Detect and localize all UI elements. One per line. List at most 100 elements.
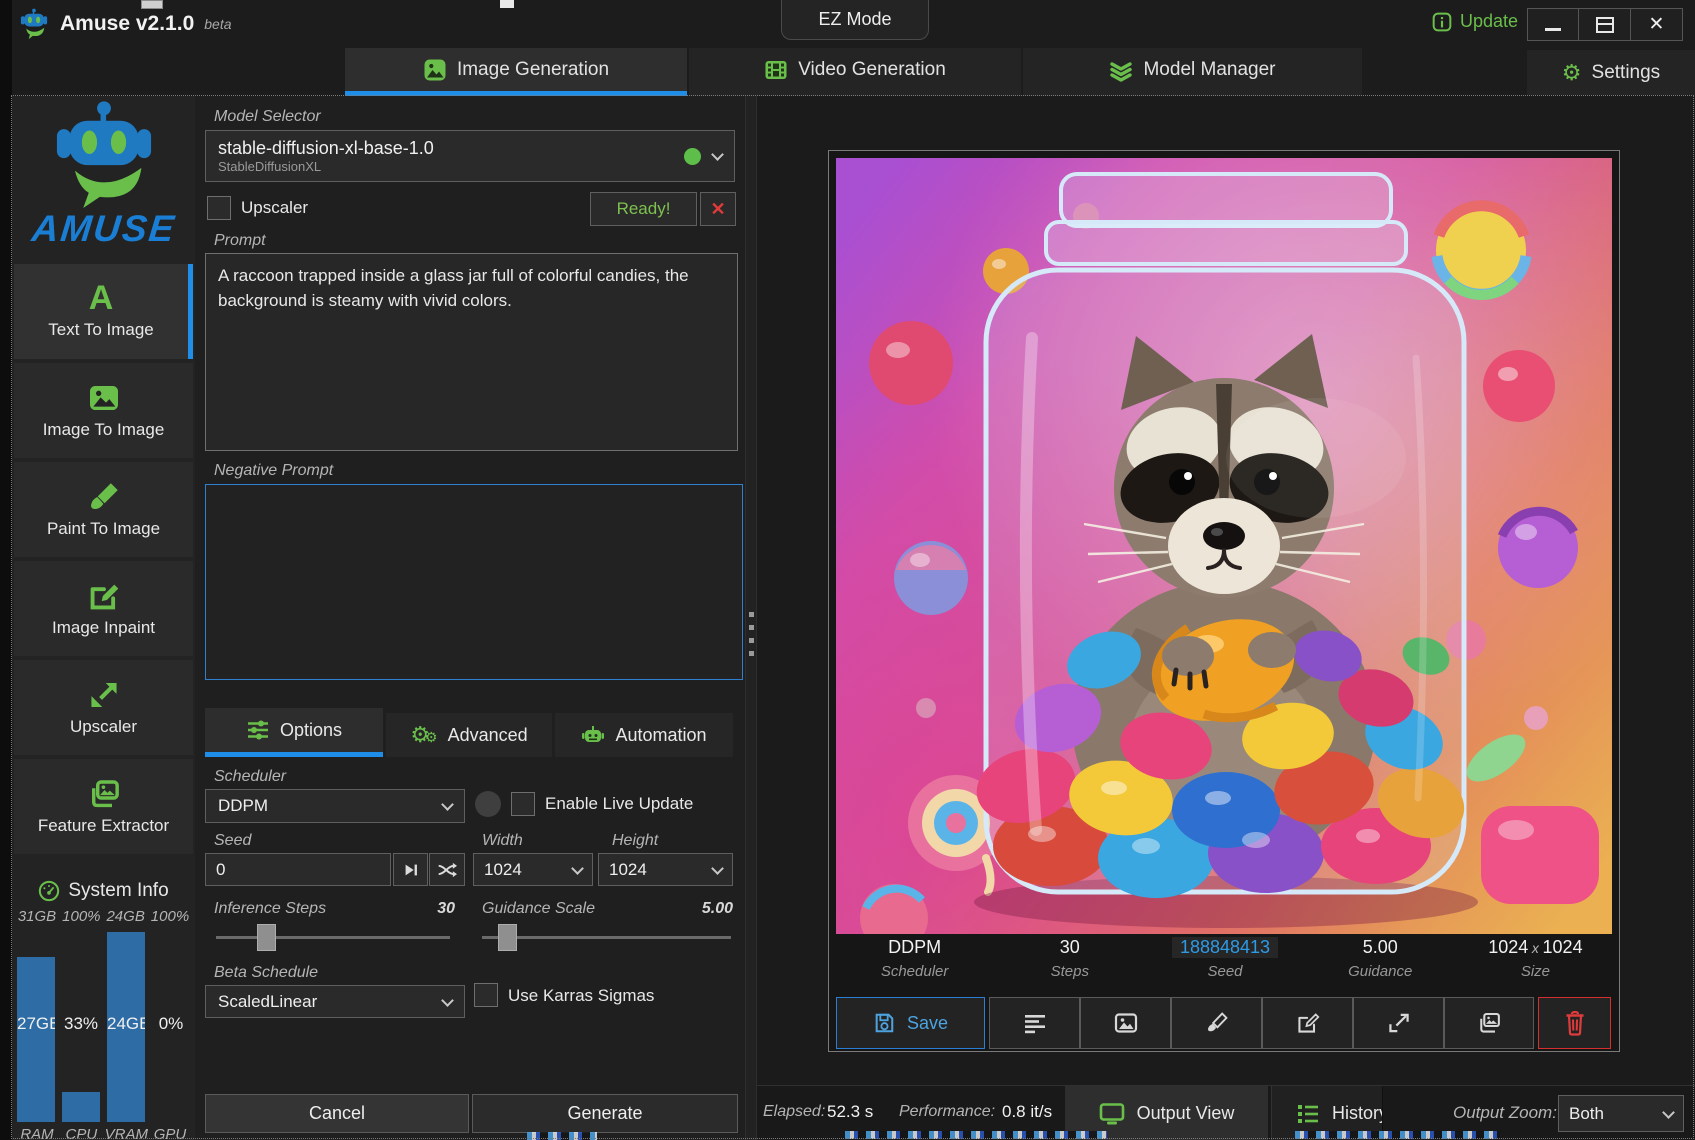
amuse-logo: AMUSE (12, 100, 195, 260)
caption-button[interactable] (989, 997, 1080, 1049)
image-icon (88, 382, 120, 414)
sidebar-item-upscaler[interactable]: Upscaler (14, 660, 193, 755)
minimize-button[interactable] (1527, 8, 1579, 41)
upscaler-checkbox-label: Upscaler (241, 198, 308, 218)
tab-advanced[interactable]: ⚙⚙ Advanced (386, 713, 552, 757)
upscaler-checkbox[interactable] (207, 196, 231, 220)
width-dropdown[interactable]: 1024 (473, 853, 593, 886)
meta-scheduler-label: Scheduler (837, 963, 992, 980)
cancel-model-button[interactable]: ✕ (700, 192, 736, 226)
text-lines-icon (1022, 1012, 1048, 1034)
output-frame: DDPM Scheduler 30 Steps 188848413 Seed 5… (828, 150, 1620, 1052)
meter-max: 100% (60, 908, 102, 925)
sidebar-item-label: Image To Image (43, 420, 165, 440)
save-floppy-icon (873, 1012, 895, 1034)
app-title: Amuse v2.1.0 (60, 12, 194, 36)
meta-guidance-label: Guidance (1303, 963, 1458, 980)
height-label: Height (612, 832, 658, 850)
rainbow-candy (1436, 205, 1526, 295)
sidebar-item-label: Paint To Image (47, 519, 160, 539)
tab-automation[interactable]: Automation (555, 713, 733, 757)
minimize-icon (1545, 28, 1561, 31)
sidebar-item-paint-to-image[interactable]: Paint To Image (14, 462, 193, 557)
resize-arrows-icon (88, 679, 120, 711)
guidance-scale-slider-thumb[interactable] (498, 924, 517, 951)
tab-video-generation[interactable]: Video Generation (689, 48, 1021, 96)
maximize-button[interactable] (1579, 8, 1631, 41)
meta-guidance-value: 5.00 (1303, 937, 1458, 958)
save-button[interactable]: Save (836, 997, 985, 1049)
output-zoom-label: Output Zoom: (1453, 1103, 1557, 1123)
update-label: Update (1460, 11, 1518, 32)
height-dropdown[interactable]: 1024 (598, 853, 733, 886)
prompt-input[interactable]: A raccoon trapped inside a glass jar ful… (205, 253, 738, 451)
chevron-down-icon (441, 994, 454, 1007)
save-button-label: Save (907, 1013, 948, 1034)
history-list-icon (1296, 1103, 1320, 1125)
inference-steps-label: Inference Steps (214, 900, 326, 918)
update-button[interactable]: Update (1432, 11, 1518, 32)
delete-button[interactable] (1538, 997, 1611, 1049)
send-to-feature-extractor-button[interactable] (1444, 997, 1534, 1049)
sidebar-item-text-to-image[interactable]: A Text To Image (14, 264, 193, 359)
model-selector-dropdown[interactable]: stable-diffusion-xl-base-1.0 StableDiffu… (205, 130, 735, 182)
close-button[interactable]: ✕ (1631, 8, 1683, 41)
cancel-button-label: Cancel (309, 1103, 365, 1124)
guidance-scale-label: Guidance Scale (482, 900, 595, 918)
sidebar-item-image-to-image[interactable]: Image To Image (14, 363, 193, 458)
panel-splitter[interactable] (745, 96, 757, 1140)
amuse-robot-logo-icon (44, 100, 164, 208)
screen-artifact (141, 0, 163, 9)
meter-label: CPU (60, 1126, 102, 1140)
sidebar-item-feature-extractor[interactable]: Feature Extractor (14, 759, 193, 854)
seed-reset-button[interactable] (393, 853, 428, 886)
output-view-label: Output View (1137, 1103, 1235, 1124)
film-icon (764, 58, 788, 82)
meta-seed-label: Seed (1147, 963, 1302, 980)
sidebar-item-label: Image Inpaint (52, 618, 155, 638)
settings-button[interactable]: ⚙ Settings (1527, 50, 1695, 95)
chevron-down-icon (1662, 1106, 1675, 1119)
beta-schedule-dropdown[interactable]: ScaledLinear (205, 985, 465, 1018)
app-title-beta: beta (204, 16, 231, 32)
karras-sigmas-checkbox[interactable] (474, 983, 498, 1007)
window-controls: ✕ (1527, 8, 1683, 41)
performance-label: Performance: (899, 1103, 995, 1121)
output-zoom-dropdown[interactable]: Both (1558, 1095, 1684, 1132)
send-to-upscaler-button[interactable] (1353, 997, 1444, 1049)
meta-size-value: 1024 x 1024 (1458, 937, 1613, 958)
guidance-scale-value: 5.00 (685, 900, 733, 918)
meter-max: 31GB (16, 908, 58, 925)
seed-randomize-button[interactable] (429, 853, 465, 886)
guidance-scale-slider[interactable] (482, 936, 731, 939)
tab-image-generation[interactable]: Image Generation (345, 48, 687, 96)
inference-steps-slider-thumb[interactable] (257, 924, 276, 951)
sidebar: AMUSE A Text To Image Image To Image (12, 96, 195, 1140)
tab-advanced-label: Advanced (448, 725, 528, 746)
inference-steps-slider[interactable] (216, 936, 450, 939)
negative-prompt-input[interactable] (205, 484, 743, 680)
send-to-inpaint-button[interactable] (1262, 997, 1353, 1049)
tab-options[interactable]: Options (205, 708, 383, 757)
sidebar-item-image-inpaint[interactable]: Image Inpaint (14, 561, 193, 656)
ready-status-button[interactable]: Ready! (590, 192, 697, 226)
scheduler-dropdown[interactable]: DDPM (205, 789, 465, 823)
send-to-paint-button[interactable] (1171, 997, 1262, 1049)
output-zoom-value: Both (1569, 1104, 1604, 1124)
tab-model-manager[interactable]: Model Manager (1023, 48, 1362, 96)
image-icon (423, 58, 447, 82)
meta-seed-link[interactable]: 188848413 (1172, 937, 1278, 958)
tab-image-generation-label: Image Generation (457, 59, 609, 81)
elapsed-label: Elapsed: (763, 1103, 825, 1121)
cancel-button[interactable]: Cancel (205, 1094, 469, 1133)
shuffle-icon (437, 861, 457, 879)
seed-input[interactable] (205, 853, 391, 886)
skip-icon (402, 861, 420, 879)
ez-mode-button[interactable]: EZ Mode (781, 0, 929, 40)
send-to-image-button[interactable] (1080, 997, 1171, 1049)
live-update-checkbox[interactable] (511, 792, 535, 816)
generation-panel: Model Selector stable-diffusion-xl-base-… (195, 96, 745, 1140)
generate-button[interactable]: Generate (472, 1094, 738, 1133)
screen-artifact (527, 1132, 597, 1140)
meta-scheduler-value: DDPM (837, 937, 992, 958)
